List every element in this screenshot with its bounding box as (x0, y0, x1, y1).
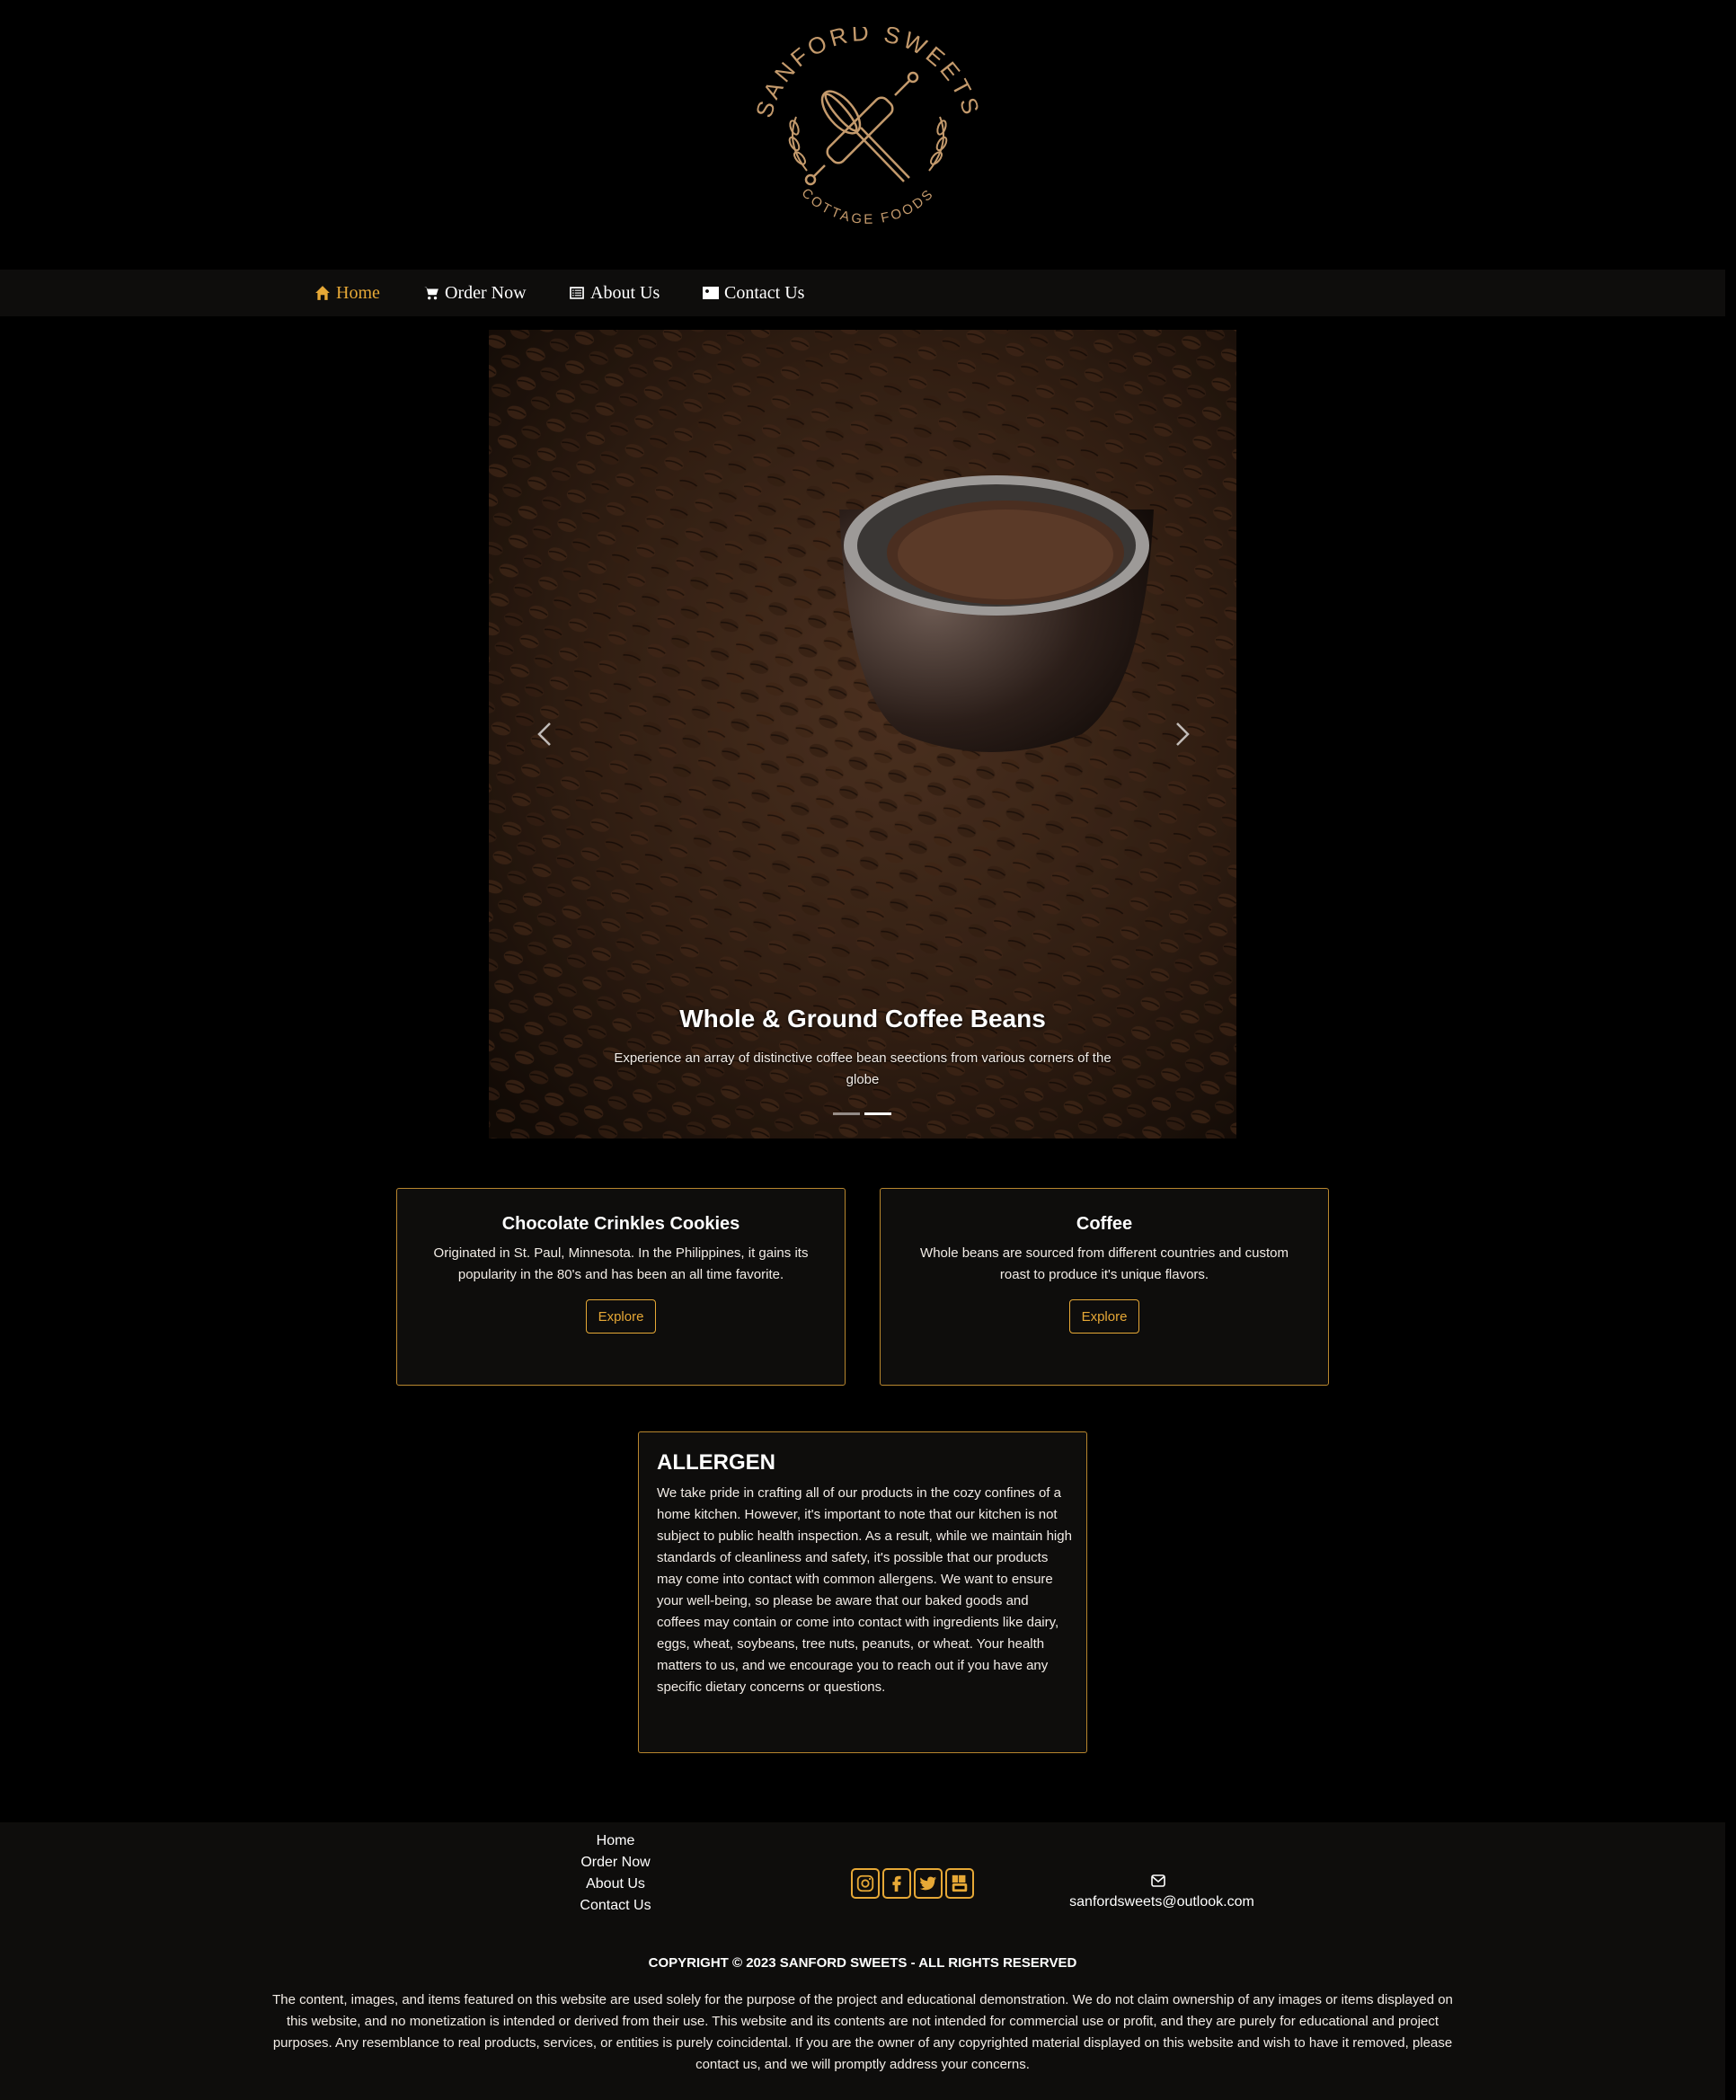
carousel-next-arrow[interactable] (1163, 716, 1199, 752)
home-icon (315, 286, 330, 300)
nav-contact-us[interactable]: Contact Us (703, 270, 804, 316)
explore-button[interactable]: Explore (1069, 1299, 1139, 1334)
instagram-link[interactable] (851, 1868, 880, 1899)
explore-button[interactable]: Explore (586, 1299, 656, 1334)
hero-caption-title: Whole & Ground Coffee Beans (679, 1005, 1046, 1032)
logo-emblem: SANFORD SWEETS COTTAGE FOODS (750, 19, 986, 227)
carousel-indicator-2[interactable] (864, 1112, 891, 1115)
facebook-link[interactable] (882, 1868, 911, 1899)
footer-link-contact-us[interactable]: Contact Us (544, 1898, 687, 1914)
nav-about-us[interactable]: About Us (569, 270, 660, 316)
twitter-link[interactable] (914, 1868, 943, 1899)
disclaimer-text: The content, images, and items featured … (272, 1992, 1453, 2072)
hero-caption-text: Experience an array of distinctive coffe… (614, 1050, 1112, 1087)
card-title: Coffee (1076, 1214, 1133, 1234)
envelope-icon (1151, 1874, 1165, 1887)
allergen-card: ALLERGEN We take pride in crafting all o… (638, 1431, 1087, 1753)
youtube-icon (952, 1874, 968, 1892)
copyright-text: COPYRIGHT © 2023 SANFORD SWEETS - ALL RI… (648, 1955, 1077, 1971)
footer-email[interactable]: sanfordsweets@outlook.com (1033, 1894, 1290, 1910)
nav-home[interactable]: Home (314, 270, 380, 316)
twitter-icon (919, 1876, 937, 1891)
footer-link-order-now[interactable]: Order Now (544, 1855, 687, 1871)
logo-text-top: SANFORD SWEETS (750, 27, 986, 120)
carousel-prev-arrow[interactable] (528, 716, 564, 752)
whisk-icon (820, 90, 910, 182)
cart-icon (424, 287, 438, 300)
instagram-icon (856, 1874, 874, 1892)
logo-text-bottom: COTTAGE FOODS (799, 185, 938, 227)
card-title: Chocolate Crinkles Cookies (501, 1214, 740, 1234)
list-icon (570, 287, 584, 299)
youtube-link[interactable] (945, 1868, 974, 1899)
card-text: Originated in St. Paul, Minnesota. In th… (433, 1245, 809, 1282)
brand-logo[interactable]: SANFORD SWEETS COTTAGE FOODS (742, 19, 994, 243)
main-navbar: Home Order Now About Us Contact Us (0, 270, 1725, 316)
contact-card-icon (703, 287, 719, 299)
facebook-icon (892, 1875, 901, 1892)
carousel-indicator-1[interactable] (833, 1112, 860, 1115)
footer-link-about-us[interactable]: About Us (544, 1876, 687, 1892)
nav-contact-us-label: Contact Us (724, 282, 805, 303)
allergen-text: We take pride in crafting all of our pro… (657, 1485, 1072, 1695)
nav-about-us-label: About Us (590, 282, 660, 303)
nav-home-label: Home (336, 282, 380, 303)
product-card-coffee: Coffee Whole beans are sourced from diff… (880, 1188, 1329, 1386)
allergen-title: ALLERGEN (657, 1450, 775, 1475)
card-text: Whole beans are sourced from different c… (920, 1245, 1289, 1282)
footer-link-home[interactable]: Home (544, 1833, 687, 1849)
nav-order-now[interactable]: Order Now (423, 270, 527, 316)
product-card-cookies: Chocolate Crinkles Cookies Originated in… (396, 1188, 846, 1386)
nav-order-now-label: Order Now (445, 282, 527, 303)
